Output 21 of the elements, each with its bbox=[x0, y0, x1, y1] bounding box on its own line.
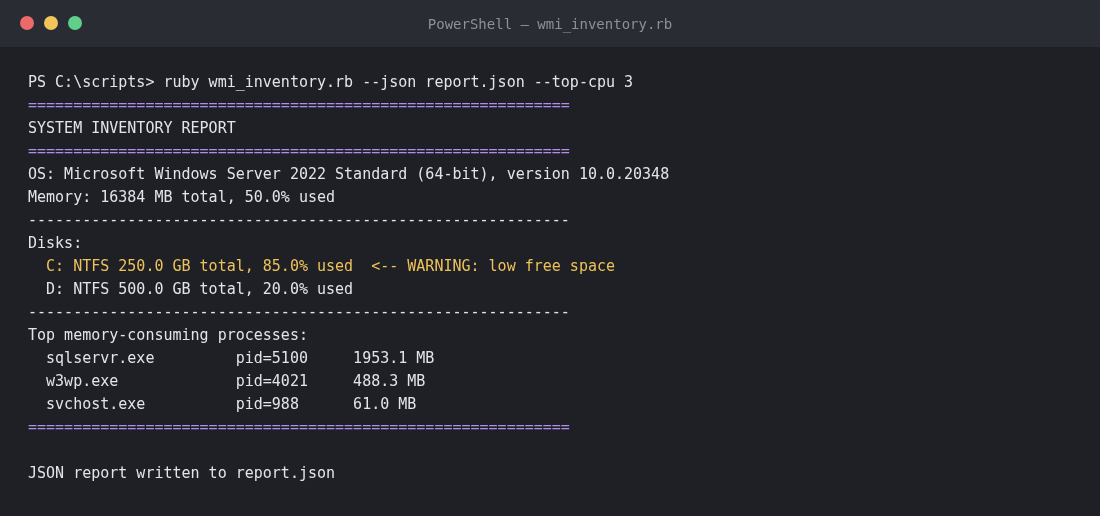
output-line: ------------------------------------------------------------ bbox=[28, 302, 570, 323]
separator-line: ============================================================ bbox=[28, 141, 570, 162]
minimize-icon[interactable] bbox=[44, 16, 58, 30]
command-line: PS C:\scripts> ruby wmi_inventory.rb --json report.json --top-cpu 3 bbox=[28, 72, 634, 93]
maximize-icon[interactable] bbox=[68, 16, 82, 30]
separator-line: ============================================================ bbox=[28, 95, 570, 116]
output-line: Top memory-consuming processes: bbox=[28, 325, 308, 346]
output-line: D: NTFS 500.0 GB total, 20.0% used bbox=[45, 279, 354, 300]
output-line: Disks: bbox=[28, 233, 83, 254]
output-line: OS: Microsoft Windows Server 2022 Standard (64-bit), version 10.0.20348 bbox=[28, 164, 670, 185]
output-line: sqlservr.exe pid=5100 1953.1 MB bbox=[45, 348, 435, 369]
output-line: JSON report written to report.json bbox=[28, 463, 336, 484]
separator-line: ============================================================ bbox=[28, 417, 570, 438]
close-icon[interactable] bbox=[20, 16, 34, 30]
output-line: w3wp.exe pid=4021 488.3 MB bbox=[45, 371, 426, 392]
warning-line: C: NTFS 250.0 GB total, 85.0% used <-- WARNING: low free space bbox=[45, 256, 615, 277]
output-line: svchost.exe pid=988 61.0 MB bbox=[45, 394, 417, 415]
output-line: SYSTEM INVENTORY REPORT bbox=[28, 118, 236, 139]
output-line: Memory: 16384 MB total, 50.0% used bbox=[28, 187, 336, 208]
output-line: ------------------------------------------------------------ bbox=[28, 210, 570, 231]
window-title: PowerShell — wmi_inventory.rb bbox=[427, 15, 673, 32]
